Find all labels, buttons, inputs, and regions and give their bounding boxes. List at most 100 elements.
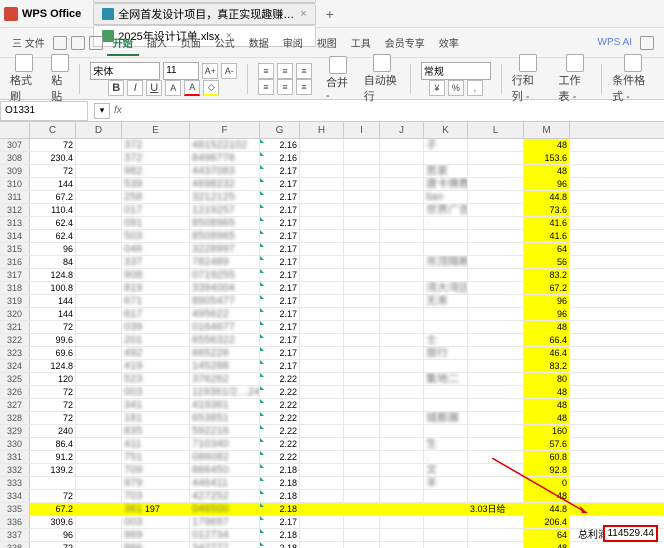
cell[interactable] [468, 464, 524, 476]
cell[interactable] [344, 191, 380, 203]
cell[interactable]: 240 [30, 425, 76, 437]
cell[interactable]: 110.4 [30, 204, 76, 216]
cell[interactable]: 710340 [190, 438, 260, 450]
cell[interactable] [76, 438, 122, 450]
cell[interactable]: 8496776 [190, 152, 260, 164]
cell[interactable]: 83.2 [524, 269, 570, 281]
row-header[interactable]: 324 [0, 360, 30, 372]
cell[interactable]: 1219257 [190, 204, 260, 216]
row-header[interactable]: 318 [0, 282, 30, 294]
row-header[interactable]: 326 [0, 386, 30, 398]
cell[interactable]: 376262 [190, 373, 260, 385]
cell[interactable] [380, 503, 424, 515]
cell[interactable]: 48 [524, 321, 570, 333]
cell[interactable] [344, 542, 380, 548]
cell[interactable] [380, 360, 424, 372]
cell[interactable] [76, 204, 122, 216]
cell[interactable] [300, 334, 344, 346]
cell[interactable]: 62.4 [30, 217, 76, 229]
cell[interactable] [344, 204, 380, 216]
cell[interactable] [468, 373, 524, 385]
cell[interactable]: 866450 [190, 464, 260, 476]
cell[interactable]: 144 [30, 308, 76, 320]
cell[interactable] [344, 282, 380, 294]
cell[interactable] [300, 152, 344, 164]
cell[interactable]: 41.6 [524, 230, 570, 242]
cell[interactable]: 48 [524, 399, 570, 411]
cell[interactable] [344, 256, 380, 268]
row-header[interactable]: 323 [0, 347, 30, 359]
cell[interactable]: 046500 [190, 503, 260, 515]
cell[interactable] [344, 269, 380, 281]
cell[interactable] [76, 412, 122, 424]
cell[interactable] [380, 178, 424, 190]
cell[interactable] [76, 503, 122, 515]
cell[interactable] [300, 139, 344, 151]
paste-button[interactable]: 粘贴 [47, 54, 73, 104]
cell[interactable] [468, 360, 524, 372]
cell[interactable]: 8508965 [190, 217, 260, 229]
cell[interactable]: 0164677 [190, 321, 260, 333]
underline-icon[interactable]: U [146, 80, 162, 96]
cell[interactable]: 481522102 [190, 139, 260, 151]
cell[interactable] [468, 347, 524, 359]
cell[interactable]: 48 [524, 139, 570, 151]
cell[interactable]: 48 [524, 386, 570, 398]
align-mid-icon[interactable]: ≡ [277, 63, 293, 79]
cell[interactable]: 99.6 [30, 334, 76, 346]
cell[interactable]: 617 [122, 308, 190, 320]
cell[interactable]: 67.2 [524, 282, 570, 294]
cell[interactable]: 44.8 [524, 191, 570, 203]
menu-item[interactable]: 数据 [243, 35, 275, 54]
cell[interactable] [424, 529, 468, 541]
cell[interactable]: 96 [30, 243, 76, 255]
cell[interactable] [380, 451, 424, 463]
cell[interactable]: 2.22 [260, 438, 300, 450]
cell[interactable] [380, 412, 424, 424]
cell[interactable]: 2.17 [260, 321, 300, 333]
cell[interactable] [424, 386, 468, 398]
cell[interactable] [344, 425, 380, 437]
cell[interactable]: 2.17 [260, 178, 300, 190]
cell[interactable]: 子 [424, 139, 468, 151]
cell[interactable] [300, 321, 344, 333]
cell[interactable]: 96 [30, 529, 76, 541]
undo-icon[interactable] [71, 36, 85, 50]
cell[interactable] [76, 191, 122, 203]
row-header[interactable]: 331 [0, 451, 30, 463]
cell[interactable] [424, 360, 468, 372]
cell[interactable]: 0 [524, 477, 570, 489]
cell[interactable]: 2.17 [260, 334, 300, 346]
cell[interactable]: 72 [30, 165, 76, 177]
cell[interactable] [76, 321, 122, 333]
cell[interactable] [380, 191, 424, 203]
cell[interactable]: 2.18 [260, 542, 300, 548]
row-header[interactable]: 311 [0, 191, 30, 203]
cell[interactable]: 120 [30, 373, 76, 385]
cell[interactable] [380, 282, 424, 294]
align-center-icon[interactable]: ≡ [277, 79, 293, 95]
cell[interactable]: 2.22 [260, 386, 300, 398]
column-header[interactable]: D [76, 122, 122, 138]
cell[interactable] [468, 321, 524, 333]
cell[interactable]: 709 [122, 464, 190, 476]
cell[interactable]: 751 [122, 451, 190, 463]
row-header[interactable]: 316 [0, 256, 30, 268]
cell[interactable] [300, 347, 344, 359]
row-header[interactable]: 319 [0, 295, 30, 307]
cell[interactable] [424, 230, 468, 242]
cell[interactable] [468, 282, 524, 294]
cell[interactable]: 419361 [190, 399, 260, 411]
cell[interactable]: 446411 [190, 477, 260, 489]
cell[interactable]: 6556322 [190, 334, 260, 346]
cell[interactable]: 124.8 [30, 360, 76, 372]
row-header[interactable]: 327 [0, 399, 30, 411]
column-header[interactable]: L [468, 122, 524, 138]
row-header[interactable]: 338 [0, 542, 30, 548]
cell[interactable] [468, 204, 524, 216]
cell[interactable]: 2.22 [260, 425, 300, 437]
name-box[interactable]: O1331 [0, 101, 88, 121]
cell[interactable]: 341 [122, 399, 190, 411]
cell[interactable] [380, 516, 424, 528]
comma-icon[interactable]: , [467, 80, 483, 96]
